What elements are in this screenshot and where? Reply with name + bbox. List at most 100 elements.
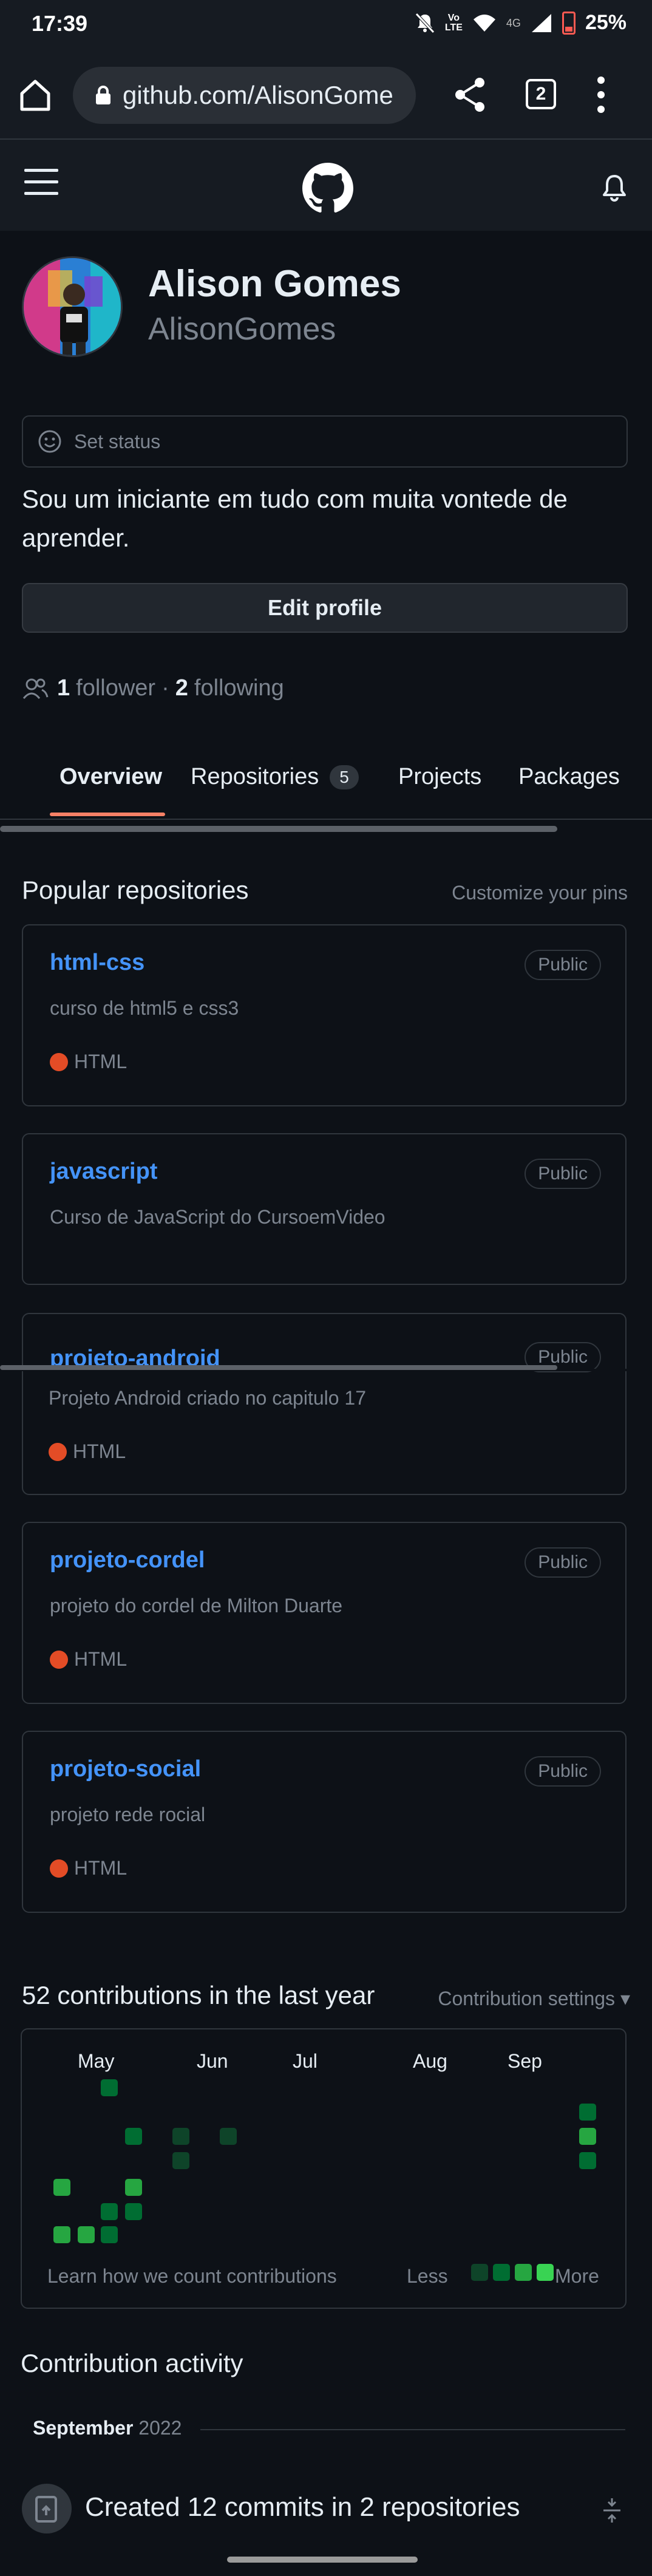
mute-bell-icon <box>415 12 435 33</box>
month-label: Sep <box>508 2050 542 2072</box>
followers-link[interactable]: 1 follower <box>57 675 155 701</box>
repo-description: Curso de JavaScript do CursoemVideo <box>50 1206 385 1228</box>
page-scrollbar[interactable] <box>0 1365 557 1370</box>
repo-description: projeto rede rocial <box>50 1804 206 1825</box>
repositories-count-badge: 5 <box>330 765 359 789</box>
contribution-cell[interactable] <box>220 2128 237 2145</box>
repo-push-icon <box>22 2484 72 2533</box>
contribution-cell[interactable] <box>53 2179 70 2196</box>
repo-language: HTML <box>49 1440 126 1463</box>
contribution-cell[interactable] <box>125 2128 142 2145</box>
contribution-graph: May Jun Jul Aug Sep Learn how we count c… <box>21 2028 627 2309</box>
contribution-cell[interactable] <box>172 2128 189 2145</box>
set-status-button[interactable]: Set status <box>22 415 628 468</box>
visibility-badge: Public <box>525 1756 601 1787</box>
repo-card: projeto-cordel Public projeto do cordel … <box>22 1522 627 1704</box>
lock-icon <box>96 86 110 104</box>
share-icon[interactable] <box>453 77 487 113</box>
repo-card: projeto-android Public Projeto Android c… <box>22 1313 627 1495</box>
battery-level: 25% <box>585 11 627 34</box>
wifi-icon <box>473 14 495 32</box>
legend-cell <box>537 2264 554 2281</box>
language-color-dot <box>50 1650 68 1669</box>
contribution-cell[interactable] <box>53 2226 70 2243</box>
repo-card: html-css Public curso de html5 e css3 HT… <box>22 924 627 1106</box>
repo-description: Projeto Android criado no capitulo 17 <box>49 1387 367 1409</box>
browser-toolbar: github.com/AlisonGome 2 <box>0 50 652 140</box>
status-icons: Vo LTE 4G 25% <box>415 11 627 35</box>
contribution-cell[interactable] <box>101 2079 118 2096</box>
contribution-cell[interactable] <box>172 2152 189 2169</box>
contribution-activity-title: Contribution activity <box>21 2349 243 2377</box>
home-icon[interactable] <box>17 77 53 113</box>
tab-overview[interactable]: Overview <box>59 764 162 790</box>
legend-more-label: More <box>555 2265 599 2287</box>
profile-bio: Sou um iniciante em tudo com muita vonte… <box>22 485 568 552</box>
profile-tabs: Overview Repositories 5 Projects Packages <box>0 753 652 820</box>
follow-separator: · <box>161 675 169 701</box>
profile-full-name: Alison Gomes <box>148 263 401 305</box>
language-color-dot <box>50 1859 68 1878</box>
customize-pins-link[interactable]: Customize your pins <box>452 882 628 904</box>
signal-icon <box>531 13 551 32</box>
edit-profile-button[interactable]: Edit profile <box>22 583 628 633</box>
following-link[interactable]: 2 following <box>175 675 284 701</box>
repo-name-link[interactable]: html-css <box>50 950 144 976</box>
activity-item-text: Created 12 commits in 2 repositories <box>85 2492 520 2522</box>
contribution-cell[interactable] <box>125 2203 142 2220</box>
language-color-dot <box>50 1052 68 1071</box>
battery-icon <box>562 11 576 35</box>
tab-switcher-button[interactable]: 2 <box>526 79 556 109</box>
repo-language: HTML <box>50 1051 127 1073</box>
contribution-cell[interactable] <box>78 2226 95 2243</box>
profile-username: AlisonGomes <box>148 312 336 347</box>
people-icon <box>22 678 49 699</box>
contribution-cell[interactable] <box>579 2152 596 2169</box>
repo-card: javascript Public Curso de JavaScript do… <box>22 1133 627 1285</box>
popular-repos-title: Popular repositories <box>22 876 249 904</box>
repo-description: curso de html5 e css3 <box>50 997 239 1019</box>
contribution-settings-dropdown[interactable]: Contribution settings ▾ <box>438 1987 630 2010</box>
tabs-scrollbar[interactable] <box>0 826 557 832</box>
active-tab-indicator <box>50 813 165 816</box>
contribution-cell[interactable] <box>579 2128 596 2145</box>
contribution-cell[interactable] <box>101 2203 118 2220</box>
avatar[interactable] <box>22 256 123 357</box>
status-bar: 17:39 Vo LTE 4G 25% <box>0 0 652 50</box>
repo-description: projeto do cordel de Milton Duarte <box>50 1595 343 1617</box>
caret-down-icon: ▾ <box>620 1988 630 2009</box>
hamburger-icon[interactable] <box>24 169 58 198</box>
tabs-divider <box>0 819 652 820</box>
learn-contributions-link[interactable]: Learn how we count contributions <box>47 2265 337 2288</box>
legend-cell <box>471 2264 488 2281</box>
fold-expand-icon[interactable] <box>601 2497 623 2524</box>
repo-name-link[interactable]: projeto-social <box>50 1756 201 1782</box>
legend-less-label: Less <box>407 2265 448 2287</box>
visibility-badge: Public <box>525 1159 601 1189</box>
github-header <box>0 140 652 231</box>
contribution-cell[interactable] <box>101 2226 118 2243</box>
contributions-title: 52 contributions in the last year <box>22 1981 375 2009</box>
tab-projects[interactable]: Projects <box>398 764 481 790</box>
url-text: github.com/AlisonGome <box>123 81 393 109</box>
github-logo-icon[interactable] <box>302 163 353 214</box>
volte-indicator: Vo LTE <box>444 12 463 33</box>
follow-stats: 1 follower · 2 following <box>22 675 284 701</box>
network-type: 4G <box>506 16 521 29</box>
clock: 17:39 <box>32 11 88 36</box>
tab-repositories[interactable]: Repositories 5 <box>191 764 359 790</box>
month-label: Jun <box>197 2050 228 2072</box>
bell-icon[interactable] <box>601 174 628 202</box>
repo-name-link[interactable]: javascript <box>50 1159 157 1185</box>
address-bar[interactable]: github.com/AlisonGome <box>73 67 416 124</box>
visibility-badge: Public <box>525 1547 601 1578</box>
contribution-cell[interactable] <box>125 2179 142 2196</box>
gesture-nav-pill[interactable] <box>227 2557 418 2563</box>
legend-cell <box>493 2264 510 2281</box>
repo-language: HTML <box>50 1648 127 1671</box>
repo-language: HTML <box>50 1857 127 1879</box>
tab-packages[interactable]: Packages <box>518 764 620 790</box>
contribution-cell[interactable] <box>579 2104 596 2121</box>
repo-name-link[interactable]: projeto-cordel <box>50 1547 205 1573</box>
menu-dots-icon[interactable] <box>594 75 608 114</box>
